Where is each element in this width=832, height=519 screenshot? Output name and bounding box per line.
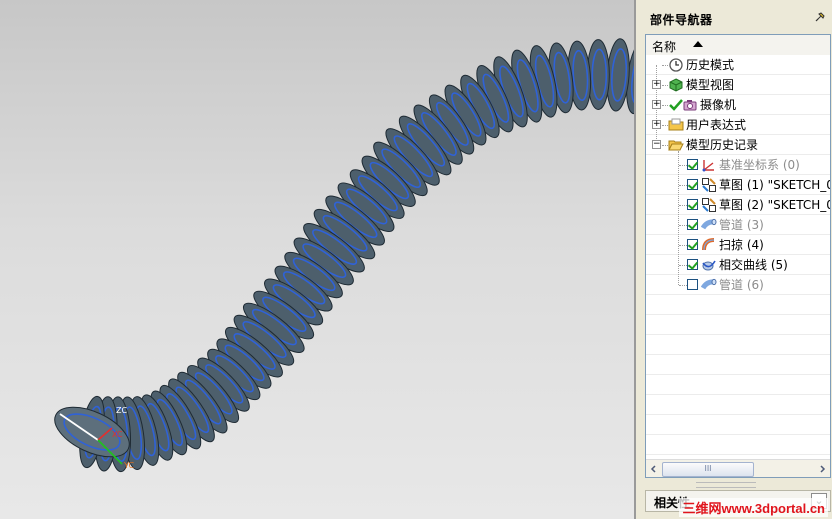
history-feature-row[interactable]: 基准坐标系 (0): [646, 155, 830, 175]
intersect-curve-icon: [702, 260, 716, 271]
feature-label: 草图 (1) "SKETCH_0: [719, 178, 831, 192]
cube-view-icon: [669, 78, 683, 92]
feature-checkbox[interactable]: [687, 219, 698, 230]
scroll-left-icon[interactable]: [648, 463, 660, 475]
folder-open-icon: [668, 140, 684, 151]
pin-icon[interactable]: [814, 11, 826, 23]
scroll-right-icon[interactable]: [816, 463, 828, 475]
feature-checkbox[interactable]: [687, 279, 698, 290]
expand-toggle-icon[interactable]: +: [652, 120, 661, 129]
tree-node-label: 用户表达式: [686, 118, 747, 132]
tree-node-label: 模型历史记录: [686, 138, 759, 152]
clock-icon: [669, 58, 683, 72]
history-feature-row[interactable]: 管道 (6): [646, 275, 830, 295]
feature-label: 扫掠 (4): [719, 238, 764, 252]
navigator-tree[interactable]: 名称 历史模式 + 模型视图 + 摄像机 + 用户表达式 − 模型历史记录基准坐标系 (0) 草图…: [645, 34, 831, 478]
tube-icon: [701, 278, 717, 290]
tree-body: 历史模式 + 模型视图 + 摄像机 + 用户表达式 − 模型历史记录基准坐标系 (0) 草图 (1…: [646, 55, 831, 459]
tree-node[interactable]: + 摄像机: [646, 95, 830, 115]
sketch-icon: [702, 198, 716, 212]
feature-checkbox[interactable]: [687, 259, 698, 270]
axis-label-xc: XC: [112, 430, 123, 439]
column-name-label: 名称: [652, 40, 677, 54]
tree-node[interactable]: + 用户表达式: [646, 115, 830, 135]
tree-node-label: 摄像机: [700, 98, 737, 112]
tree-node[interactable]: − 模型历史记录: [646, 135, 830, 155]
axis-label-yc: YC: [123, 461, 134, 470]
tree-node[interactable]: 历史模式: [646, 55, 830, 75]
column-header-name[interactable]: 名称: [646, 35, 830, 56]
feature-label: 相交曲线 (5): [719, 258, 788, 272]
navigator-header: 部件导航器: [636, 0, 832, 34]
tree-node-label: 模型视图: [686, 78, 735, 92]
graphics-viewport[interactable]: ZC XC YC: [0, 0, 634, 519]
history-feature-row[interactable]: 相交曲线 (5): [646, 255, 830, 275]
feature-checkbox[interactable]: [687, 239, 698, 250]
camera-icon: [683, 100, 697, 111]
datum-csys-icon: [702, 160, 714, 172]
tree-node[interactable]: + 模型视图: [646, 75, 830, 95]
feature-checkbox[interactable]: [687, 159, 698, 170]
hose-model[interactable]: ZC XC YC: [0, 0, 634, 519]
sketch-icon: [702, 178, 716, 192]
folder-icon: [668, 118, 684, 131]
history-feature-row[interactable]: 管道 (3): [646, 215, 830, 235]
navigator-title: 部件导航器: [650, 13, 713, 27]
history-feature-row[interactable]: 草图 (2) "SKETCH_0: [646, 195, 831, 215]
collapse-toggle-icon[interactable]: −: [652, 140, 661, 149]
feature-checkbox[interactable]: [687, 179, 698, 190]
panel-splitter[interactable]: [696, 482, 756, 488]
expand-toggle-icon[interactable]: +: [652, 100, 661, 109]
scroll-thumb[interactable]: III: [662, 462, 754, 477]
feature-label: 基准坐标系 (0): [719, 158, 800, 172]
watermark-text: 三维网www.3dportal.cn: [679, 498, 828, 517]
expand-toggle-icon[interactable]: +: [652, 80, 661, 89]
feature-label: 草图 (2) "SKETCH_0: [719, 198, 831, 212]
sort-ascending-icon: [693, 41, 703, 47]
feature-checkbox[interactable]: [687, 199, 698, 210]
horizontal-scrollbar[interactable]: III: [646, 459, 830, 477]
axis-label-zc: ZC: [116, 406, 127, 415]
scroll-thumb-grip: III: [704, 464, 712, 473]
feature-label: 管道 (3): [719, 218, 764, 232]
history-feature-row[interactable]: 扫掠 (4): [646, 235, 830, 255]
feature-label: 管道 (6): [719, 278, 764, 292]
sweep-icon: [702, 238, 715, 251]
history-feature-row[interactable]: 草图 (1) "SKETCH_0: [646, 175, 831, 195]
part-navigator-panel: 部件导航器 名称 历史模式 + 模型视图 + 摄像机 + 用户表达式 − 模型历史记录基准坐标系…: [634, 0, 832, 519]
tree-node-label: 历史模式: [686, 58, 735, 72]
tube-icon: [701, 218, 717, 230]
